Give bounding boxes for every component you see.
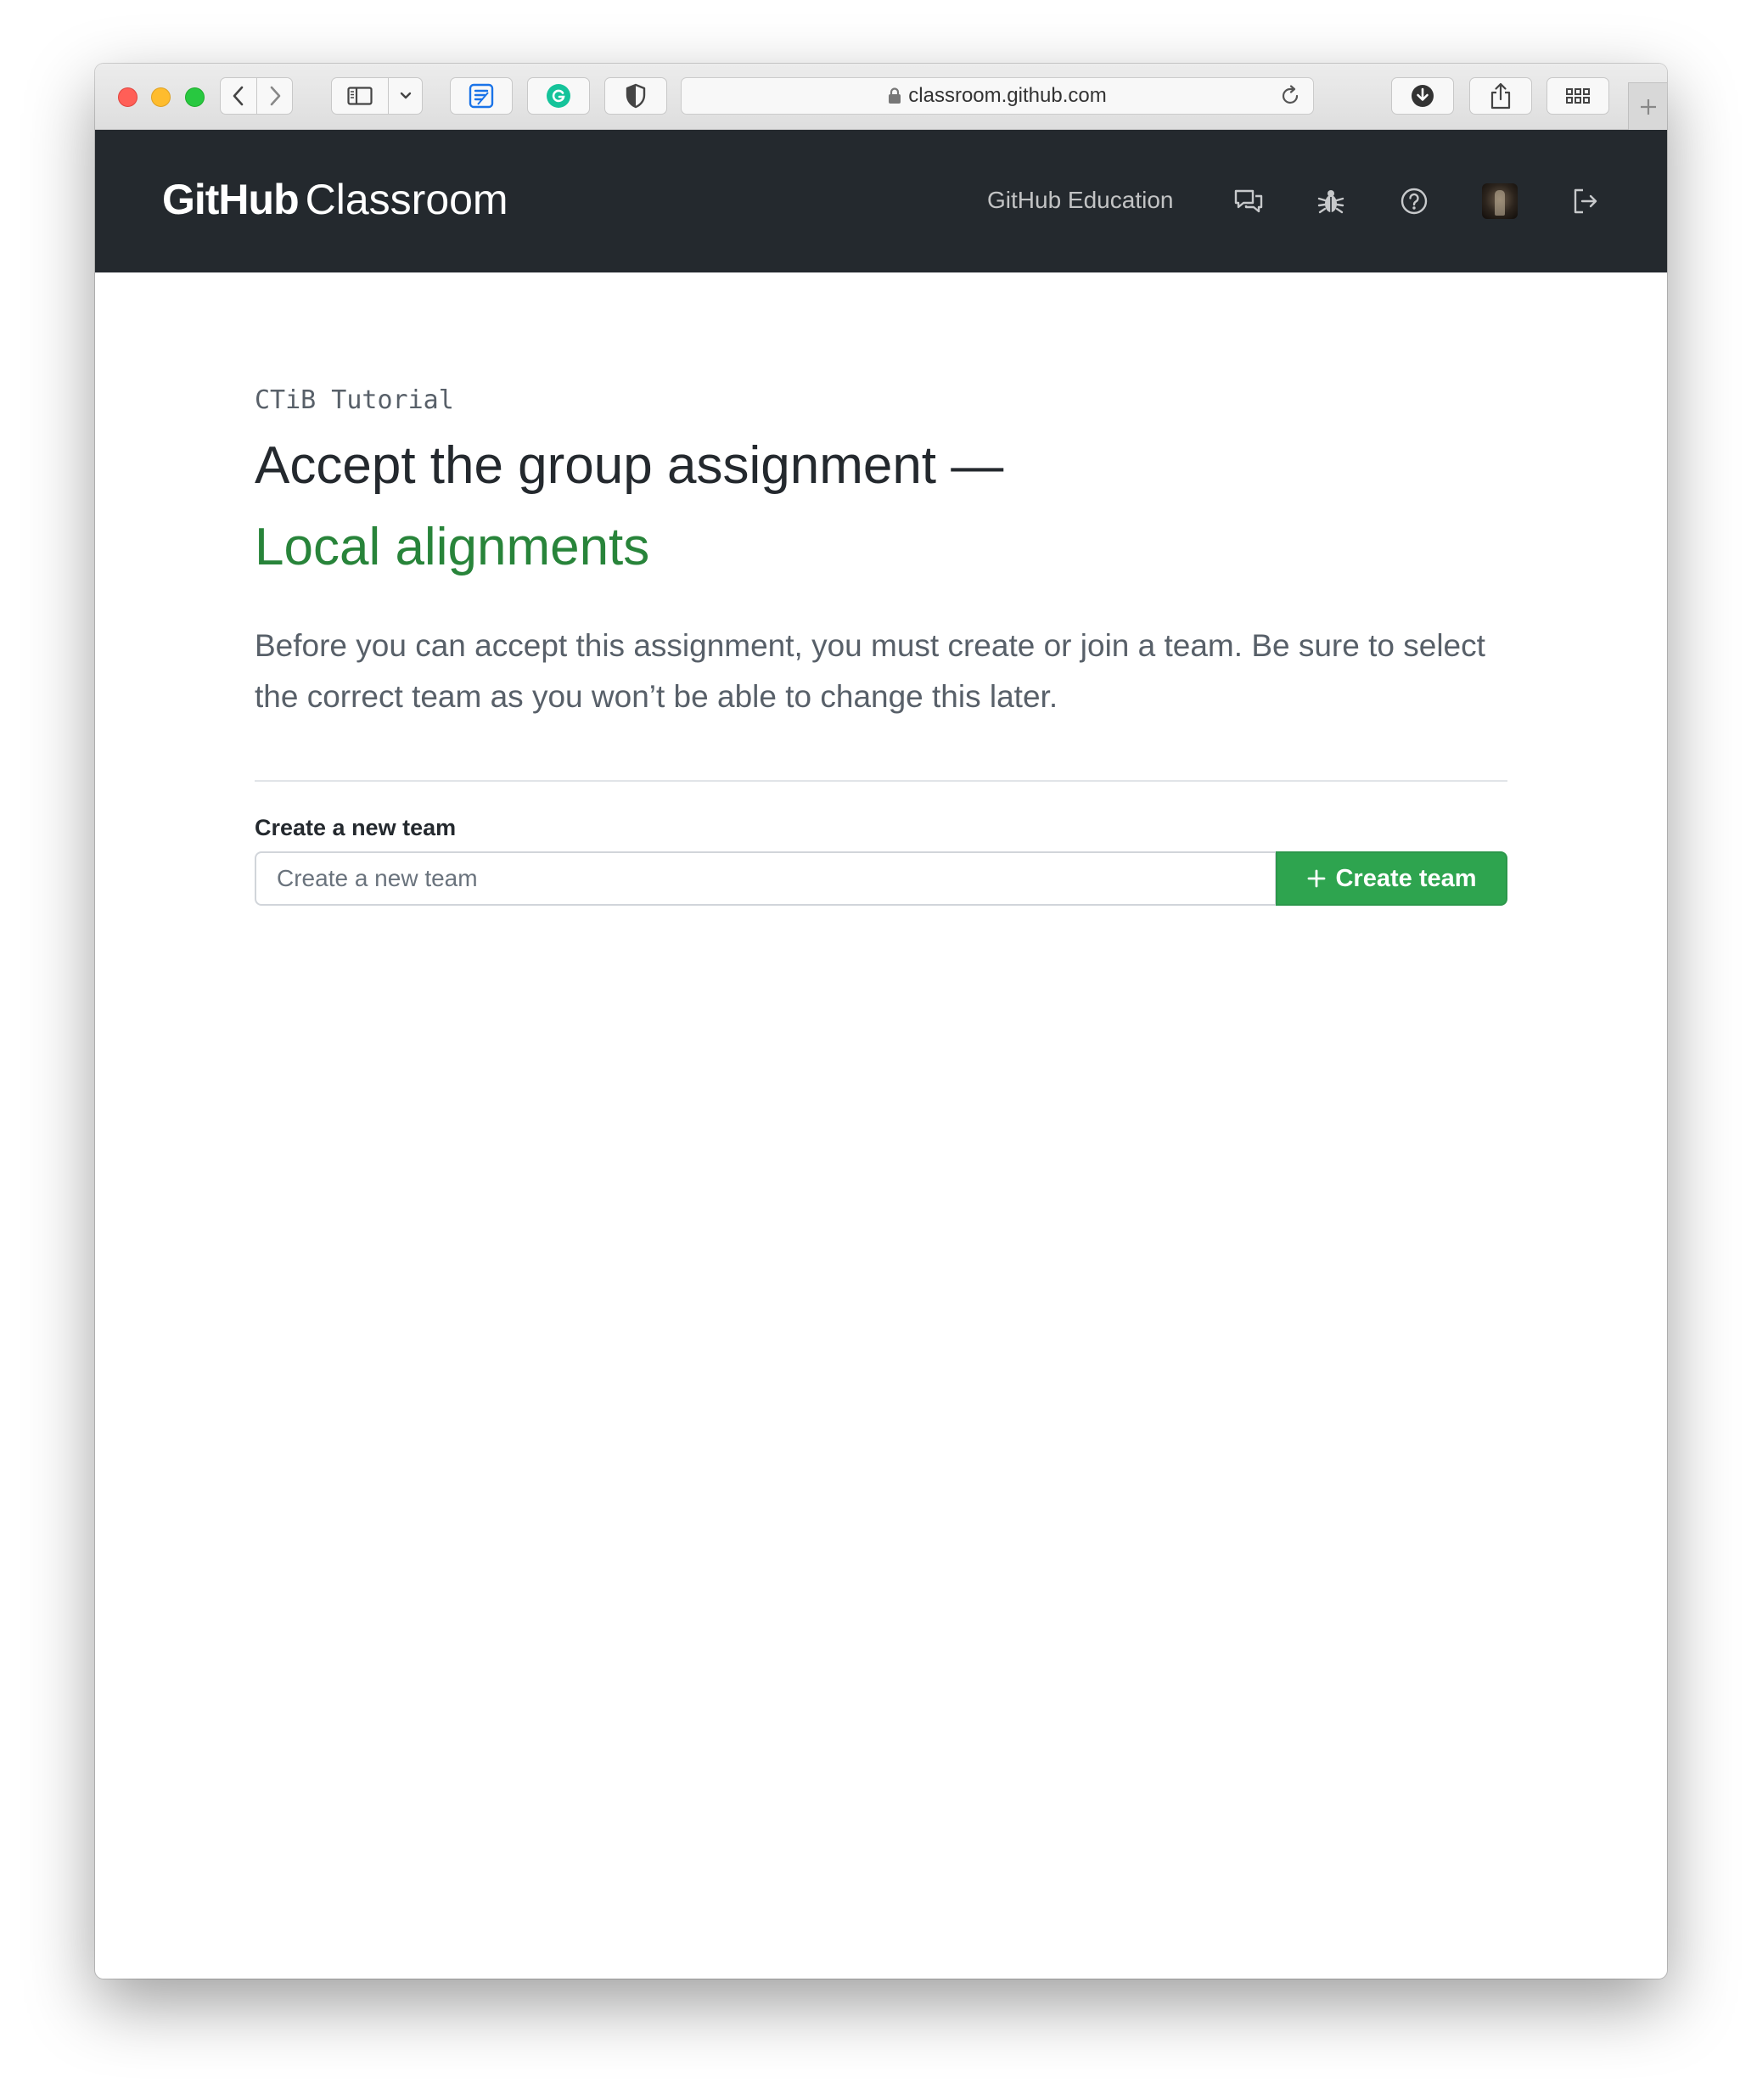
report-bug-button[interactable] xyxy=(1314,184,1348,218)
sign-out-button[interactable] xyxy=(1569,184,1603,218)
logo-github: GitHub xyxy=(162,176,300,223)
section-divider xyxy=(255,780,1507,782)
navigation-buttons xyxy=(220,77,293,115)
sidebar-menu-button[interactable] xyxy=(389,78,423,114)
title-text: Accept the group assignment — xyxy=(255,436,1004,495)
tab-overview-button[interactable] xyxy=(1546,77,1609,115)
lock-icon xyxy=(889,87,901,104)
minimize-window-button[interactable] xyxy=(151,87,171,107)
team-name-input[interactable] xyxy=(255,851,1277,906)
sidebar-icon xyxy=(347,87,373,105)
sign-out-icon xyxy=(1574,188,1597,214)
sidebar-button-group xyxy=(331,77,423,115)
create-team-button-label: Create team xyxy=(1335,864,1477,892)
chevron-left-icon xyxy=(233,86,244,106)
github-classroom-logo[interactable]: GitHub Classroom xyxy=(162,174,508,225)
downloads-button[interactable] xyxy=(1391,77,1454,115)
comment-discussion-icon xyxy=(1234,189,1263,213)
reload-button[interactable] xyxy=(1279,85,1301,111)
create-team-button[interactable]: Create team xyxy=(1276,851,1507,906)
close-window-button[interactable] xyxy=(118,87,138,107)
site-header: GitHub Classroom GitHub Education xyxy=(95,130,1667,272)
privacy-extension-button[interactable] xyxy=(604,77,667,115)
feedback-button[interactable] xyxy=(1232,184,1266,218)
question-icon xyxy=(1401,188,1428,215)
share-icon xyxy=(1490,82,1511,109)
share-button[interactable] xyxy=(1469,77,1532,115)
avatar[interactable] xyxy=(1482,183,1518,219)
forward-button[interactable] xyxy=(257,78,293,114)
tab-overview-icon xyxy=(1566,88,1590,104)
zoom-window-button[interactable] xyxy=(185,87,205,107)
reload-icon xyxy=(1282,85,1299,104)
assignment-name: Local alignments xyxy=(255,518,650,576)
chevron-right-icon xyxy=(270,86,281,106)
new-tab-button[interactable] xyxy=(1628,82,1667,130)
chevron-down-icon xyxy=(400,92,412,99)
instructions-text: Before you can accept this assignment, y… xyxy=(255,628,1485,714)
notes-extension-icon xyxy=(469,83,494,109)
sidebar-button[interactable] xyxy=(332,78,388,114)
help-button[interactable] xyxy=(1397,184,1431,218)
back-button[interactable] xyxy=(221,78,256,114)
url-text: classroom.github.com xyxy=(908,84,1107,107)
notes-extension-button[interactable] xyxy=(450,77,513,115)
plus-icon xyxy=(1308,869,1326,888)
grammarly-icon xyxy=(547,84,570,108)
create-team-label: Create a new team xyxy=(255,815,457,840)
page-title: Accept the group assignment — Local alig… xyxy=(255,425,1003,588)
plus-icon xyxy=(1640,98,1656,115)
classroom-name: CTiB Tutorial xyxy=(255,385,454,415)
shield-icon xyxy=(626,83,646,109)
browser-toolbar: classroom.github.com xyxy=(95,64,1667,130)
bug-icon xyxy=(1317,190,1344,214)
logo-classroom: Classroom xyxy=(305,176,508,223)
address-bar[interactable]: classroom.github.com xyxy=(681,77,1314,115)
browser-window: classroom.github.com GitHub Classroom Git… xyxy=(95,64,1667,1979)
github-education-link[interactable]: GitHub Education xyxy=(987,186,1173,215)
grammarly-extension-button[interactable] xyxy=(527,77,590,115)
download-icon xyxy=(1412,85,1434,107)
